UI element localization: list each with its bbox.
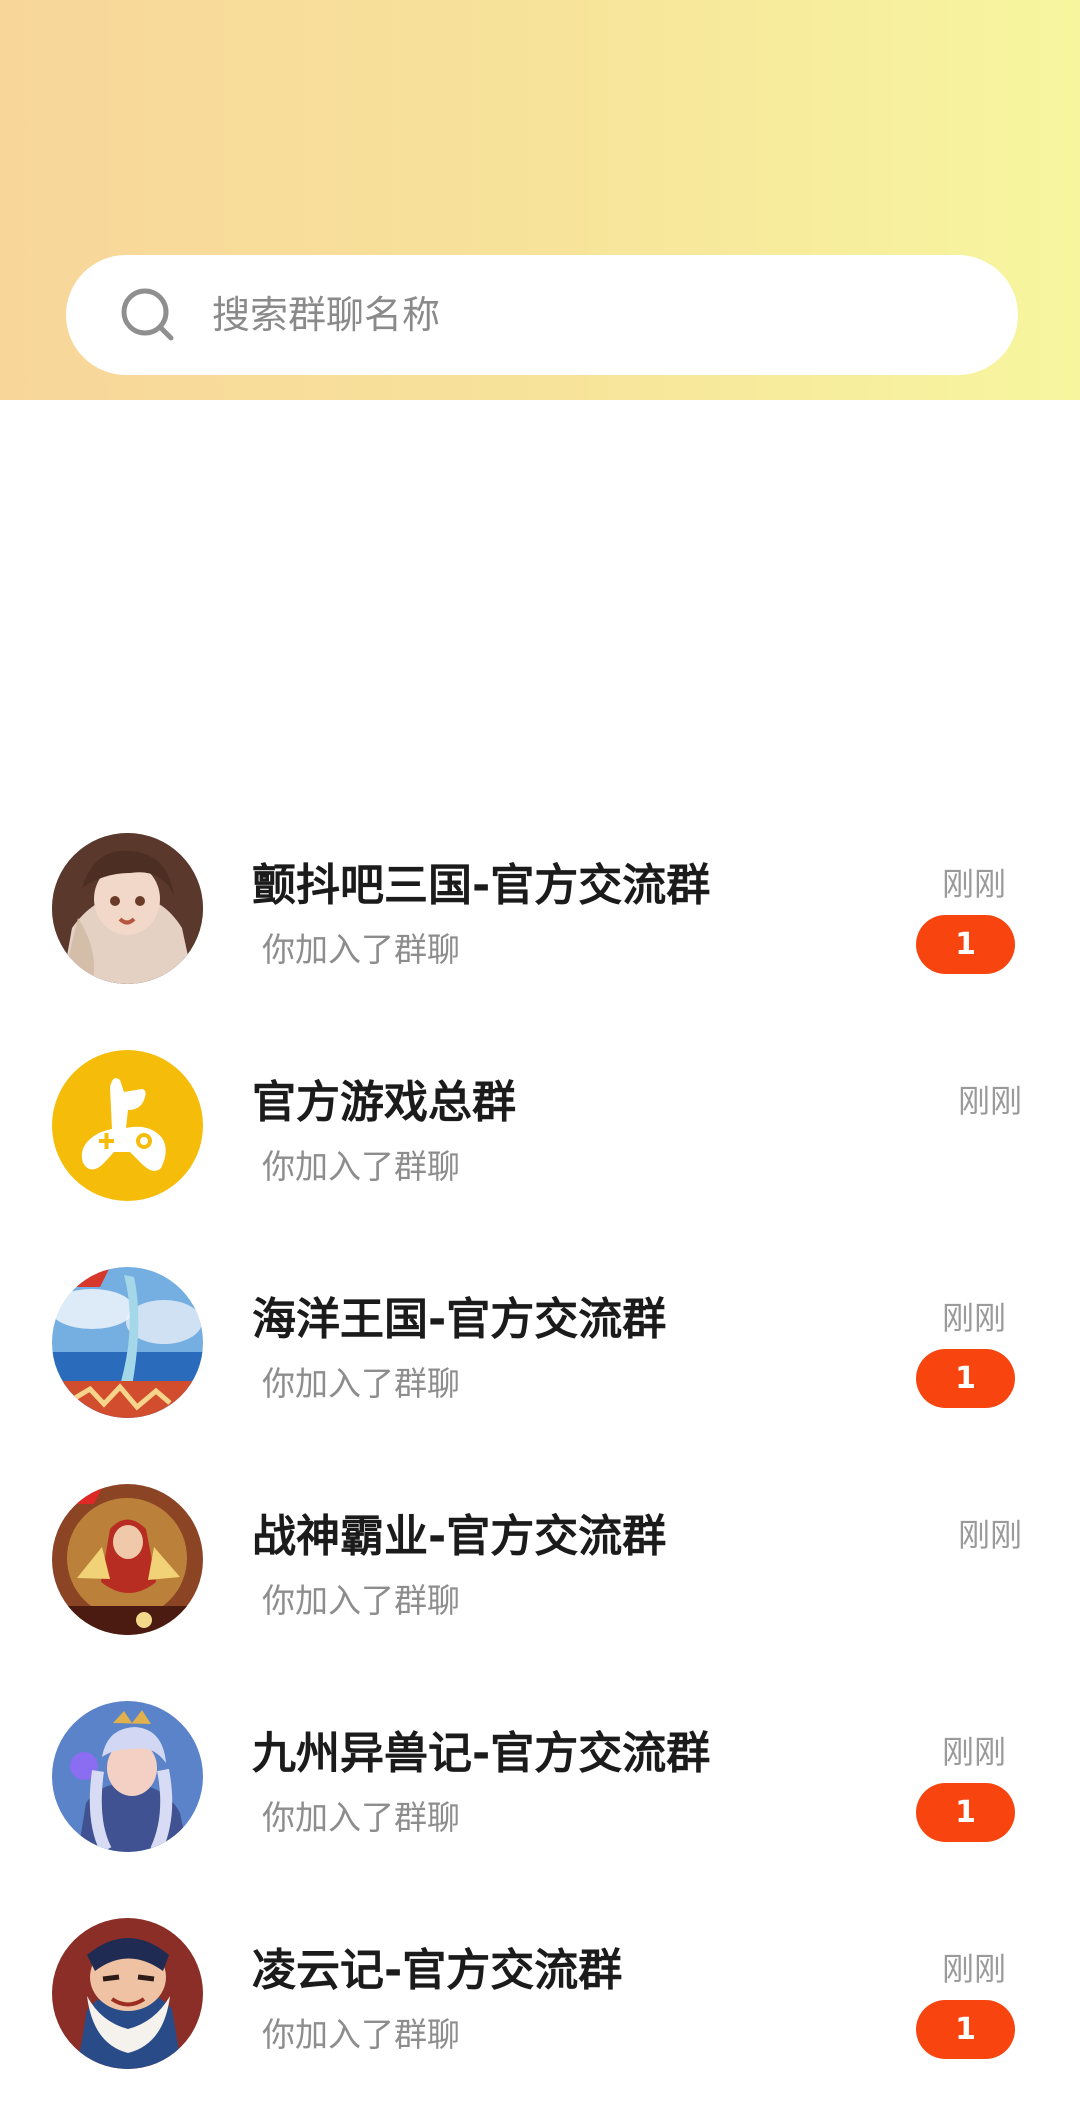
- group-last-message: 你加入了群聊: [262, 930, 460, 969]
- group-title: 凌云记-官方交流群: [252, 1945, 623, 1996]
- unread-badge: 1: [916, 915, 1015, 974]
- search-input[interactable]: [66, 255, 1018, 375]
- group-last-message: 你加入了群聊: [262, 1581, 460, 1620]
- group-time: 刚刚: [957, 1082, 1022, 1120]
- group-time: 刚刚: [941, 1733, 1006, 1771]
- group-list-item[interactable]: 海洋王国-官方交流群 你加入了群聊 刚刚 1: [0, 1234, 1080, 1451]
- group-avatar: [52, 1050, 203, 1201]
- unread-badge: 1: [916, 1783, 1015, 1842]
- group-title: 九州异兽记-官方交流群: [252, 1728, 711, 1779]
- group-list-item[interactable]: 九州异兽记-官方交流群 你加入了群聊 刚刚 1: [0, 1668, 1080, 1885]
- group-avatar: [52, 1484, 203, 1635]
- group-title: 战神霸业-官方交流群: [252, 1511, 667, 1562]
- group-title: 官方游戏总群: [252, 1077, 516, 1128]
- group-avatar: [52, 1267, 203, 1418]
- group-list-item[interactable]: 颤抖吧三国-官方交流群 你加入了群聊 刚刚 1: [0, 800, 1080, 1017]
- group-list-item[interactable]: 战神霸业-官方交流群 你加入了群聊 刚刚: [0, 1451, 1080, 1668]
- unread-badge: 1: [916, 2000, 1015, 2059]
- group-avatar: [52, 1918, 203, 2069]
- group-time: 刚刚: [957, 1516, 1022, 1554]
- group-last-message: 你加入了群聊: [262, 1798, 460, 1837]
- group-time: 刚刚: [941, 1299, 1006, 1337]
- group-avatar: [52, 833, 203, 984]
- group-time: 刚刚: [941, 1950, 1006, 1988]
- group-avatar: [52, 1701, 203, 1852]
- search-icon: [121, 288, 174, 341]
- group-list-item[interactable]: 官方游戏总群 你加入了群聊 刚刚: [0, 1017, 1080, 1234]
- group-last-message: 你加入了群聊: [262, 1147, 460, 1186]
- unread-badge: 1: [916, 1349, 1015, 1408]
- group-title: 颤抖吧三国-官方交流群: [252, 860, 711, 911]
- header-banner: 搜索群聊名称: [0, 0, 1080, 400]
- group-list-item[interactable]: 凌云记-官方交流群 你加入了群聊 刚刚 1: [0, 1885, 1080, 2102]
- search-placeholder: 搜索群聊名称: [212, 293, 441, 337]
- group-last-message: 你加入了群聊: [262, 2015, 460, 2054]
- group-time: 刚刚: [941, 865, 1006, 903]
- group-title: 海洋王国-官方交流群: [252, 1294, 667, 1345]
- group-last-message: 你加入了群聊: [262, 1364, 460, 1403]
